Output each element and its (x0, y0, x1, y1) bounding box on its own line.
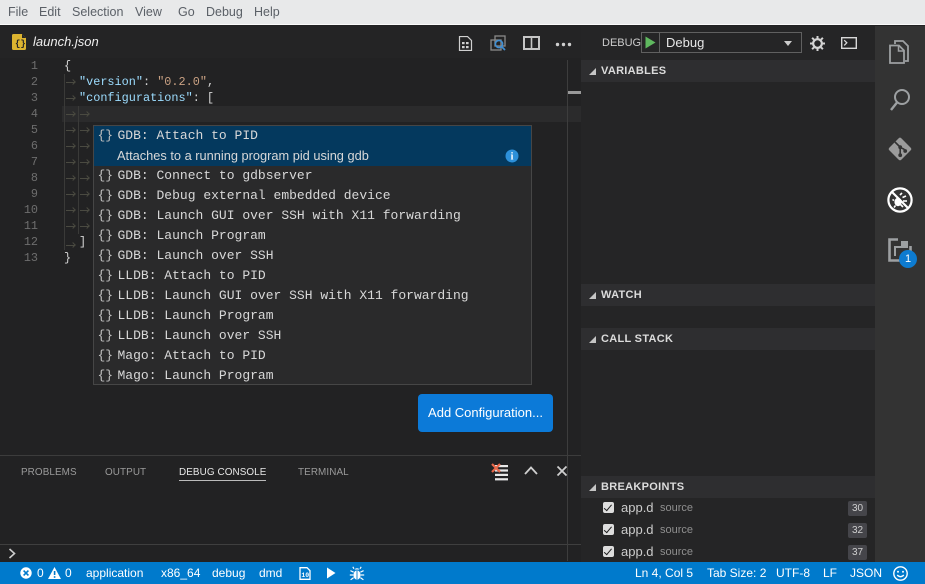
svg-text:{}: {} (15, 39, 26, 49)
svg-text:i: i (511, 152, 514, 163)
svg-text:10: 10 (301, 572, 309, 579)
